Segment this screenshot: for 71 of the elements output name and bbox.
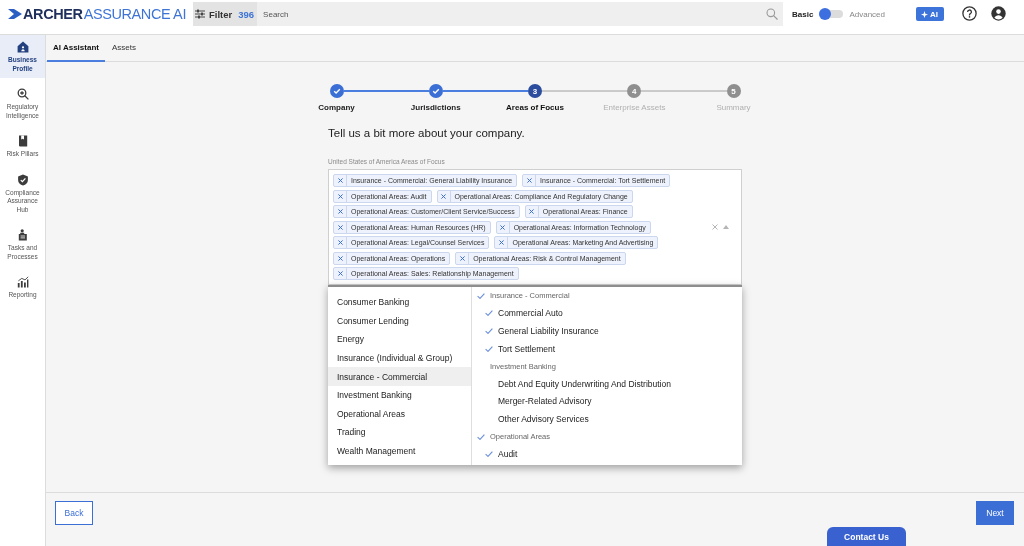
check-icon: [477, 292, 485, 299]
remove-icon[interactable]: [337, 271, 343, 276]
sparkle-icon: [921, 10, 928, 18]
category-item[interactable]: Insurance (Individual & Group): [328, 348, 471, 368]
option-item[interactable]: Debt And Equity Underwriting And Distribution: [472, 374, 742, 393]
mode-toggle[interactable]: [819, 8, 844, 20]
remove-icon[interactable]: [337, 193, 343, 199]
contact-us-button[interactable]: Contact Us: [827, 527, 906, 546]
step-label: Enterprise Assets: [603, 103, 666, 112]
step-number: 5: [726, 84, 741, 98]
mode-label: Advanced: [849, 9, 885, 19]
step-label: Company: [318, 103, 355, 112]
category-item[interactable]: Insurance - Commercial: [328, 367, 471, 386]
multi-select-field[interactable]: [328, 169, 742, 285]
book-icon: [16, 135, 29, 147]
logo-suffix: ASSURANCE AI: [83, 6, 186, 22]
remove-icon[interactable]: [459, 255, 465, 261]
check-icon: [477, 433, 485, 440]
person-clipboard-icon: [16, 229, 29, 241]
bar-chart-icon: [16, 276, 29, 288]
step-label: Areas of Focus: [506, 103, 564, 112]
search-field[interactable]: Search: [257, 2, 784, 26]
option-item[interactable]: Audit: [472, 445, 742, 463]
category-item[interactable]: Trading: [328, 423, 471, 442]
back-button[interactable]: Back: [55, 501, 93, 525]
step-label: Jurisdictions: [410, 103, 461, 112]
step-number: 4: [627, 84, 642, 98]
check-icon: [485, 345, 493, 352]
remove-icon[interactable]: [500, 224, 506, 230]
step-number: 3: [528, 84, 542, 98]
search-icon[interactable]: [766, 8, 779, 20]
user-icon[interactable]: [991, 6, 1006, 21]
check-icon: [485, 310, 493, 317]
next-button[interactable]: Next: [976, 501, 1014, 525]
option-item[interactable]: Commercial Auto: [472, 304, 742, 323]
step-label: Summary: [716, 103, 751, 112]
option-item[interactable]: Tort Settlement: [472, 339, 742, 358]
remove-icon[interactable]: [337, 178, 343, 183]
zoom-in-icon: [16, 88, 29, 100]
check-icon: [485, 328, 493, 334]
category-item[interactable]: Operational Areas: [328, 404, 471, 424]
category-item[interactable]: Investment Banking: [328, 385, 471, 405]
remove-icon[interactable]: [529, 209, 535, 214]
filter-count: 396: [238, 8, 255, 20]
remove-icon[interactable]: [337, 255, 343, 261]
category-item[interactable]: Consumer Banking: [328, 293, 471, 312]
filter-icon: [195, 9, 205, 19]
remove-icon[interactable]: [526, 178, 532, 183]
option-item[interactable]: General Liability Insurance: [472, 322, 742, 340]
remove-icon[interactable]: [498, 240, 504, 245]
house-icon: [16, 41, 29, 53]
option-item[interactable]: Other Advisory Services: [472, 410, 742, 428]
form-heading: Tell us a bit more about your company.: [328, 126, 526, 140]
help-icon[interactable]: [962, 6, 977, 21]
option-item[interactable]: Merger-Related Advisory: [472, 392, 742, 411]
ai-button[interactable]: AI: [916, 7, 944, 21]
remove-icon[interactable]: [337, 224, 343, 230]
remove-icon[interactable]: [441, 193, 446, 199]
category-item[interactable]: Wealth Management: [328, 441, 471, 461]
tab[interactable]: AI Assistant: [47, 35, 105, 62]
shield-check-icon: [16, 173, 29, 186]
remove-icon[interactable]: [337, 240, 343, 245]
filter-button[interactable]: Filter 396: [193, 2, 258, 26]
mode-label: Basic: [792, 9, 814, 19]
remove-icon[interactable]: [337, 209, 343, 214]
check-icon: [485, 451, 493, 458]
arrow-logo-icon: [8, 8, 22, 20]
category-item[interactable]: Energy: [328, 330, 471, 349]
tab[interactable]: Assets: [105, 35, 142, 62]
logo-name: ARCHER: [23, 6, 83, 22]
category-item[interactable]: Consumer Lending: [328, 311, 471, 331]
